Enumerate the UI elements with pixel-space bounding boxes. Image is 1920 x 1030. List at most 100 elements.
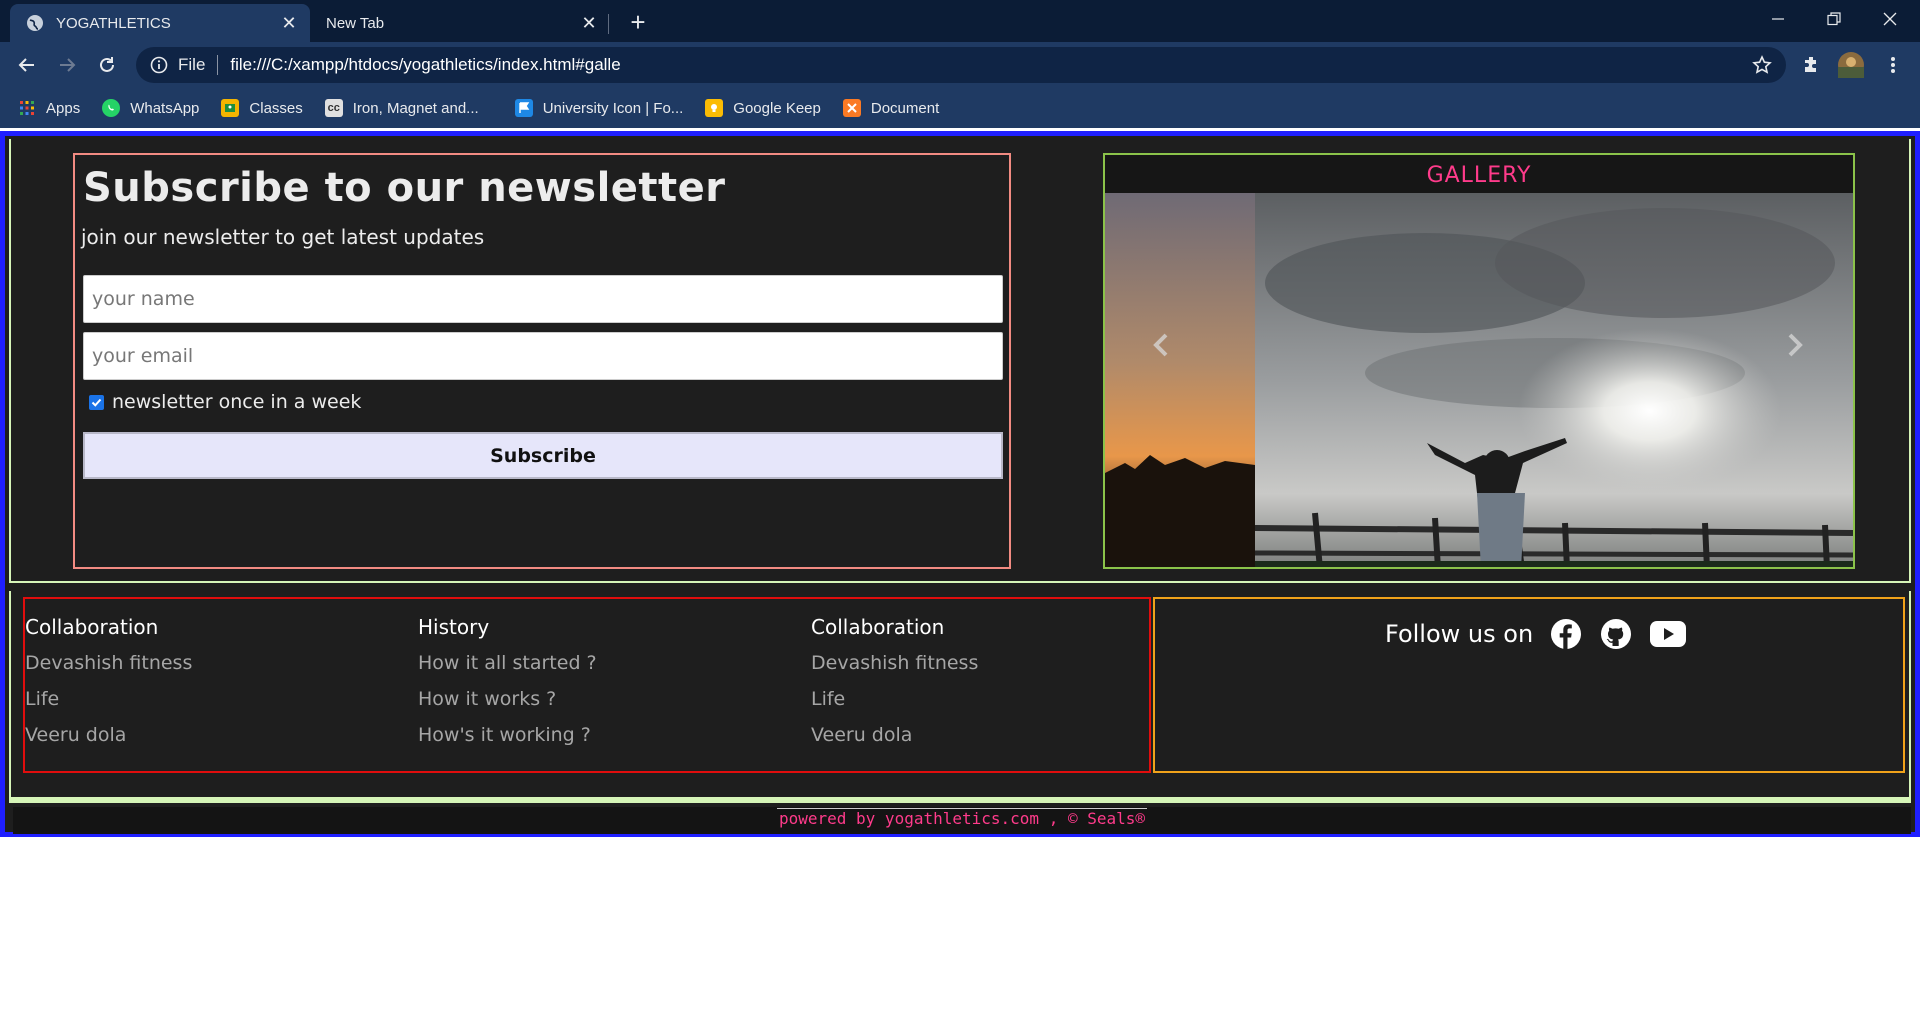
- tab-title: YOGATHLETICS: [56, 14, 171, 32]
- facebook-icon[interactable]: [1549, 617, 1583, 651]
- tab-strip: YOGATHLETICS ✕ New Tab ✕ +: [0, 0, 1920, 42]
- cc-icon: cc: [324, 99, 343, 117]
- bookmark-label: University Icon | Fo...: [542, 99, 684, 117]
- tab-yogathletics[interactable]: YOGATHLETICS ✕: [10, 4, 310, 42]
- checkbox-label: newsletter once in a week: [112, 391, 362, 413]
- bookmark-google-keep[interactable]: Google Keep: [705, 99, 821, 117]
- footer-section: Collaboration Devashish fitness Life Vee…: [9, 591, 1911, 799]
- tab-title: New Tab: [326, 14, 385, 32]
- restore-button[interactable]: [1806, 0, 1862, 38]
- footer-link[interactable]: Veeru dola: [25, 717, 385, 753]
- youtube-icon[interactable]: [1649, 617, 1687, 651]
- column-heading: History: [418, 615, 490, 639]
- top-section: Subscribe to our newsletter join our new…: [9, 139, 1911, 583]
- reload-button[interactable]: [92, 50, 122, 80]
- keep-icon: [705, 99, 724, 117]
- tab-separator: [608, 14, 609, 34]
- flag-icon: [514, 99, 533, 117]
- bookmark-label: Document: [870, 99, 940, 117]
- whatsapp-icon: [102, 99, 121, 117]
- gallery-image: [1105, 193, 1853, 567]
- browser-toolbar: File file:///C:/xampp/htdocs/yogathletic…: [0, 42, 1920, 88]
- newsletter-title: Subscribe to our newsletter: [83, 165, 726, 211]
- newsletter-section: Subscribe to our newsletter join our new…: [73, 153, 1011, 569]
- xampp-icon: [842, 99, 861, 117]
- column-heading: Collaboration: [25, 615, 159, 639]
- address-bar[interactable]: File file:///C:/xampp/htdocs/yogathletic…: [136, 47, 1786, 83]
- name-input[interactable]: [83, 275, 1003, 323]
- footer-column-collaboration-2: Collaboration Devashish fitness Life Vee…: [811, 615, 1171, 753]
- email-input[interactable]: [83, 332, 1003, 380]
- bookmark-university-icon[interactable]: University Icon | Fo...: [514, 99, 684, 117]
- close-window-button[interactable]: [1862, 0, 1918, 38]
- apps-grid-icon: [18, 99, 36, 117]
- weekly-newsletter-checkbox[interactable]: newsletter once in a week: [89, 391, 361, 413]
- bookmark-classes[interactable]: Classes: [221, 99, 303, 117]
- column-heading: Collaboration: [811, 615, 945, 639]
- bookmark-label: Iron, Magnet and...: [352, 99, 479, 117]
- bookmarks-bar: Apps WhatsApp Classes cc Iron, Magnet an…: [0, 88, 1920, 128]
- gallery-title: GALLERY: [1426, 163, 1532, 188]
- page-frame: Subscribe to our newsletter join our new…: [0, 131, 1920, 837]
- chevron-right-icon: [1788, 333, 1803, 357]
- carousel-prev-button[interactable]: [1141, 325, 1181, 365]
- bookmark-document[interactable]: Document: [842, 99, 940, 117]
- footer-column-history: History How it all started ? How it work…: [418, 615, 778, 753]
- carousel-next-button[interactable]: [1775, 325, 1815, 365]
- footer-link[interactable]: How's it working ?: [418, 717, 778, 753]
- bookmark-iron-magnet[interactable]: cc Iron, Magnet and...: [324, 99, 479, 117]
- url-text[interactable]: file:///C:/xampp/htdocs/yogathletics/ind…: [230, 55, 620, 75]
- bookmark-label: Apps: [46, 99, 81, 117]
- classroom-icon: [221, 99, 240, 117]
- bookmark-star-icon[interactable]: [1752, 55, 1772, 75]
- footer-column-collaboration: Collaboration Devashish fitness Life Vee…: [25, 615, 385, 753]
- footer-links-box: Collaboration Devashish fitness Life Vee…: [23, 597, 1151, 773]
- newsletter-subtitle: join our newsletter to get latest update…: [81, 225, 485, 249]
- powered-by-text: powered by yogathletics.com , © Seals®: [13, 808, 1911, 828]
- footer-link[interactable]: How it all started ?: [418, 645, 778, 681]
- restore-icon: [1827, 12, 1841, 26]
- reload-icon: [100, 57, 114, 72]
- minimize-button[interactable]: [1750, 0, 1806, 38]
- footer-bottom-bar: powered by yogathletics.com , © Seals®: [13, 807, 1911, 834]
- bookmark-label: Classes: [249, 99, 303, 117]
- url-divider: [217, 55, 219, 75]
- info-icon: [150, 56, 168, 74]
- bookmark-label: Google Keep: [733, 99, 821, 117]
- footer-divider: [9, 799, 1911, 803]
- footer-link[interactable]: Life: [25, 681, 385, 717]
- forward-button[interactable]: [52, 50, 82, 80]
- extensions-icon[interactable]: [1798, 52, 1824, 78]
- bookmark-apps[interactable]: Apps: [18, 99, 80, 117]
- powered-by-label: powered by yogathletics.com , © Seals®: [776, 808, 1148, 828]
- follow-us: Follow us on: [1385, 617, 1687, 651]
- checkbox-checked-icon[interactable]: [89, 394, 104, 410]
- profile-avatar[interactable]: [1838, 52, 1864, 78]
- bookmark-whatsapp[interactable]: WhatsApp: [102, 99, 199, 117]
- close-icon: [1883, 12, 1897, 26]
- url-scheme: File: [178, 55, 206, 74]
- gallery-carousel: GALLERY: [1103, 153, 1855, 569]
- footer-link[interactable]: Life: [811, 681, 1171, 717]
- browser-chrome: YOGATHLETICS ✕ New Tab ✕ + File file:///…: [0, 0, 1920, 128]
- chevron-left-icon: [1153, 333, 1168, 357]
- minimize-icon: [1772, 18, 1784, 20]
- arrow-left-icon: [18, 58, 34, 72]
- globe-icon: [27, 15, 43, 31]
- menu-kebab-icon[interactable]: [1880, 52, 1906, 78]
- close-tab-icon[interactable]: ✕: [580, 13, 598, 33]
- footer-link[interactable]: Devashish fitness: [811, 645, 1171, 681]
- bookmark-label: WhatsApp: [130, 99, 200, 117]
- tab-new-tab[interactable]: New Tab ✕: [312, 4, 610, 42]
- follow-us-box: Follow us on: [1153, 597, 1905, 773]
- close-tab-icon[interactable]: ✕: [280, 13, 298, 33]
- subscribe-button[interactable]: Subscribe: [83, 432, 1003, 479]
- github-icon[interactable]: [1599, 617, 1633, 651]
- follow-us-label: Follow us on: [1385, 620, 1534, 648]
- arrow-right-icon: [60, 58, 76, 72]
- footer-link[interactable]: Veeru dola: [811, 717, 1171, 753]
- new-tab-button[interactable]: +: [624, 7, 652, 37]
- footer-link[interactable]: Devashish fitness: [25, 645, 385, 681]
- footer-link[interactable]: How it works ?: [418, 681, 778, 717]
- back-button[interactable]: [12, 50, 42, 80]
